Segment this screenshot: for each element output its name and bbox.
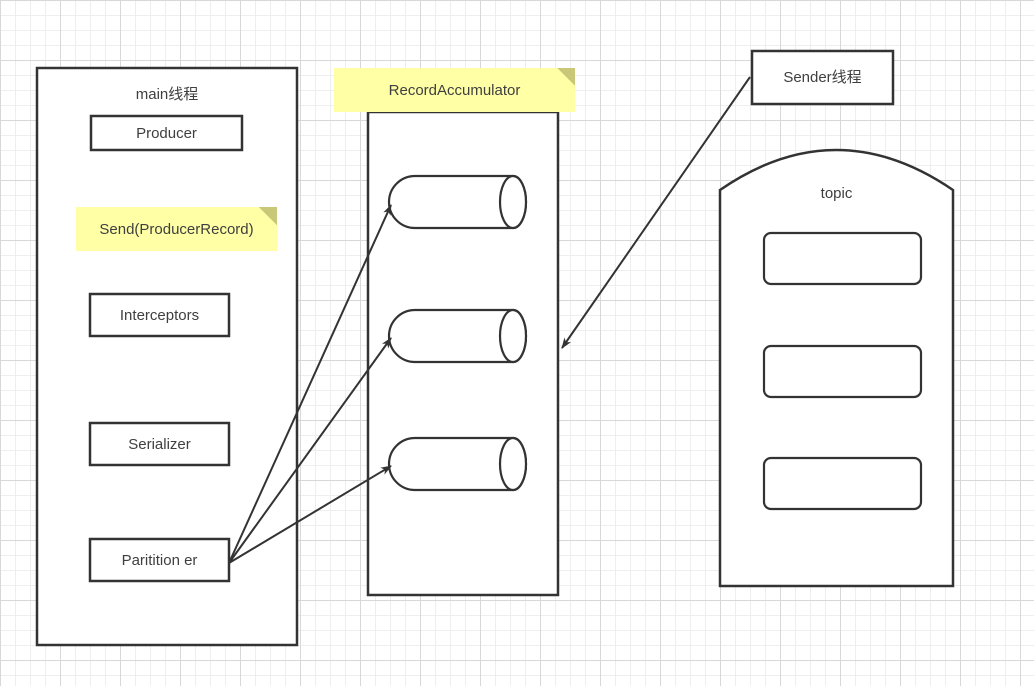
note-fold-icon [259, 207, 277, 225]
record-accumulator-note[interactable]: RecordAccumulator [334, 68, 575, 112]
note-fold-icon [557, 68, 575, 86]
batch-cylinder-3[interactable] [387, 436, 528, 492]
topic-partition-1[interactable] [762, 231, 923, 286]
partitioner-box[interactable] [88, 537, 231, 583]
record-accumulator-note-label: RecordAccumulator [388, 81, 521, 99]
interceptors-box[interactable] [88, 292, 231, 338]
serializer-box[interactable] [88, 421, 231, 467]
producer-box[interactable] [89, 114, 244, 152]
batch-cylinder-1[interactable] [387, 174, 528, 230]
topic-partition-3[interactable] [762, 456, 923, 511]
send-producer-record-note-label: Send(ProducerRecord) [99, 220, 254, 238]
topic-partition-2[interactable] [762, 344, 923, 399]
send-producer-record-note[interactable]: Send(ProducerRecord) [76, 207, 277, 251]
batch-cylinder-2[interactable] [387, 308, 528, 364]
sender-thread-box[interactable] [750, 49, 895, 106]
diagram-canvas: main线程 Producer Interceptors Serializer … [0, 0, 1034, 686]
